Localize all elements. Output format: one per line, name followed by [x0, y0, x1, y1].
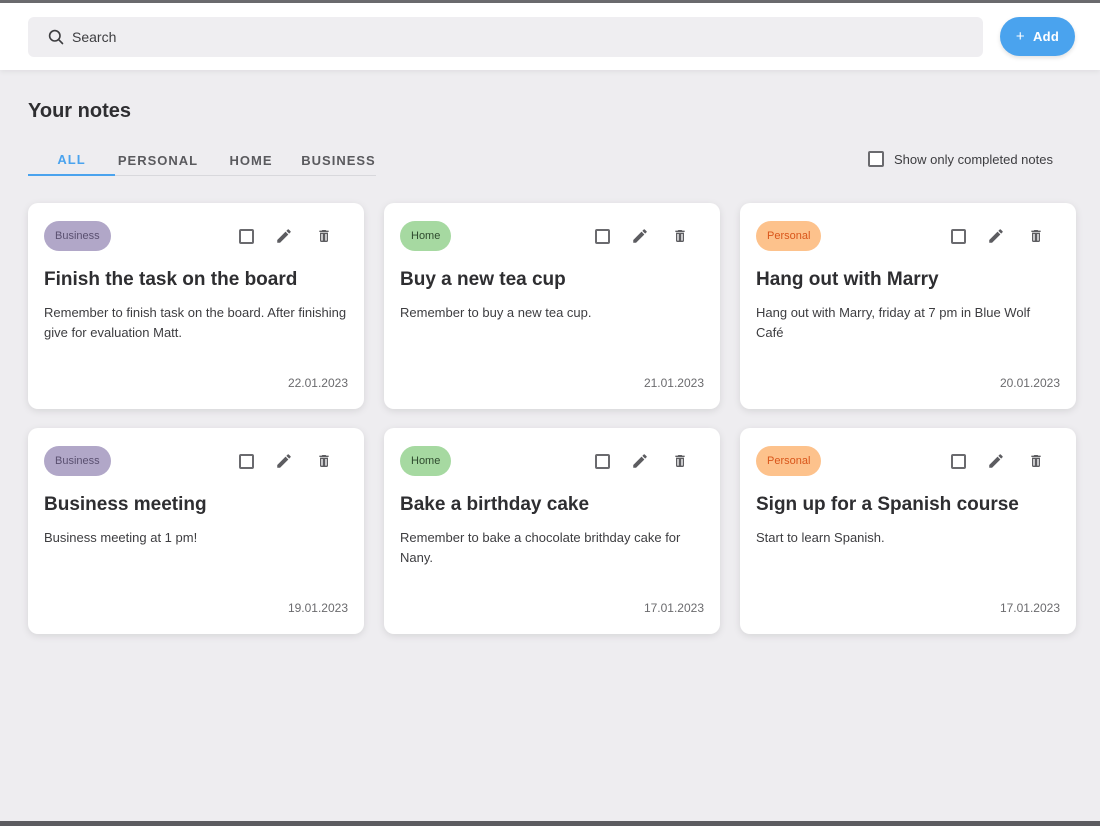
- note-title: Finish the task on the board: [44, 269, 298, 290]
- checkbox-icon: [594, 228, 610, 244]
- note-actions: [940, 227, 1056, 245]
- pencil-icon: [277, 454, 291, 468]
- category-tabs: ALL PERSONAL HOME BUSINESS: [28, 145, 376, 176]
- checkbox-icon: [238, 228, 254, 244]
- checkbox-icon: [594, 453, 610, 469]
- complete-checkbox[interactable]: [228, 452, 264, 470]
- complete-checkbox[interactable]: [584, 452, 620, 470]
- delete-button[interactable]: [304, 227, 344, 245]
- trash-icon: [675, 455, 685, 467]
- note-actions: [940, 452, 1056, 470]
- note-title: Sign up for a Spanish course: [756, 494, 1019, 515]
- completed-filter[interactable]: Show only completed notes: [868, 150, 1053, 168]
- note-card: Business Finish the task on the board Re…: [28, 203, 364, 409]
- complete-checkbox[interactable]: [940, 452, 976, 470]
- note-card: Home Bake a birthday cake Remember to ba…: [384, 428, 720, 634]
- completed-filter-checkbox[interactable]: [868, 151, 884, 167]
- note-card: Business Business meeting Business meeti…: [28, 428, 364, 634]
- checkbox-icon: [950, 453, 966, 469]
- complete-checkbox[interactable]: [940, 227, 976, 245]
- note-card: Personal Hang out with Marry Hang out wi…: [740, 203, 1076, 409]
- tab-personal[interactable]: PERSONAL: [115, 145, 201, 176]
- category-badge: Home: [400, 446, 452, 476]
- note-body: Remember to bake a chocolate brithday ca…: [400, 530, 681, 565]
- edit-button[interactable]: [976, 452, 1016, 470]
- trash-icon: [319, 455, 329, 467]
- pencil-icon: [989, 229, 1003, 243]
- search-box[interactable]: [28, 17, 983, 57]
- note-actions: [228, 452, 344, 470]
- delete-button[interactable]: [660, 452, 700, 470]
- pencil-icon: [277, 229, 291, 243]
- note-date: 19.01.2023: [287, 601, 348, 615]
- checkbox-icon: [238, 453, 254, 469]
- delete-button[interactable]: [1016, 227, 1056, 245]
- note-date: 17.01.2023: [643, 601, 704, 615]
- pencil-icon: [989, 454, 1003, 468]
- note-actions: [584, 452, 700, 470]
- bottom-border: [0, 821, 1100, 826]
- edit-button[interactable]: [620, 227, 660, 245]
- category-badge: Personal: [756, 221, 822, 251]
- edit-button[interactable]: [264, 227, 304, 245]
- checkbox-icon: [950, 228, 966, 244]
- add-button[interactable]: + Add: [1000, 17, 1075, 56]
- search-input[interactable]: [72, 18, 952, 56]
- add-button-label: Add: [1032, 29, 1060, 44]
- note-actions: [584, 227, 700, 245]
- category-badge: Personal: [756, 446, 822, 476]
- note-date: 22.01.2023: [287, 376, 348, 390]
- edit-button[interactable]: [620, 452, 660, 470]
- header-bar: + Add: [0, 3, 1100, 70]
- note-actions: [228, 227, 344, 245]
- trash-icon: [1031, 230, 1041, 242]
- delete-button[interactable]: [660, 227, 700, 245]
- pencil-icon: [633, 454, 647, 468]
- tab-all[interactable]: ALL: [28, 145, 115, 176]
- trash-icon: [675, 230, 685, 242]
- note-date: 17.01.2023: [999, 601, 1060, 615]
- trash-icon: [319, 230, 329, 242]
- complete-checkbox[interactable]: [584, 227, 620, 245]
- note-body: Start to learn Spanish.: [756, 530, 885, 545]
- complete-checkbox[interactable]: [228, 227, 264, 245]
- tab-home[interactable]: HOME: [201, 145, 301, 176]
- tab-business[interactable]: BUSINESS: [301, 145, 376, 176]
- delete-button[interactable]: [1016, 452, 1056, 470]
- note-date: 20.01.2023: [999, 376, 1060, 390]
- notes-grid: Business Finish the task on the board Re…: [28, 203, 1076, 634]
- note-body: Business meeting at 1 pm!: [44, 530, 198, 545]
- note-date: 21.01.2023: [643, 376, 704, 390]
- edit-button[interactable]: [264, 452, 304, 470]
- edit-button[interactable]: [976, 227, 1016, 245]
- note-body: Remember to buy a new tea cup.: [400, 305, 592, 320]
- note-title: Hang out with Marry: [756, 269, 939, 290]
- note-body: Hang out with Marry, friday at 7 pm in B…: [756, 305, 1031, 340]
- category-badge: Business: [44, 446, 111, 476]
- pencil-icon: [633, 229, 647, 243]
- note-card: Home Buy a new tea cup Remember to buy a…: [384, 203, 720, 409]
- delete-button[interactable]: [304, 452, 344, 470]
- trash-icon: [1031, 455, 1041, 467]
- page-title: Your notes: [28, 100, 131, 122]
- note-title: Business meeting: [44, 494, 207, 515]
- completed-filter-label: Show only completed notes: [894, 151, 1053, 167]
- category-badge: Business: [44, 221, 111, 251]
- note-body: Remember to finish task on the board. Af…: [44, 305, 347, 340]
- note-title: Bake a birthday cake: [400, 494, 590, 515]
- category-badge: Home: [400, 221, 452, 251]
- note-card: Personal Sign up for a Spanish course St…: [740, 428, 1076, 634]
- search-icon: [48, 29, 64, 45]
- note-title: Buy a new tea cup: [400, 269, 566, 290]
- plus-icon: +: [1015, 28, 1025, 45]
